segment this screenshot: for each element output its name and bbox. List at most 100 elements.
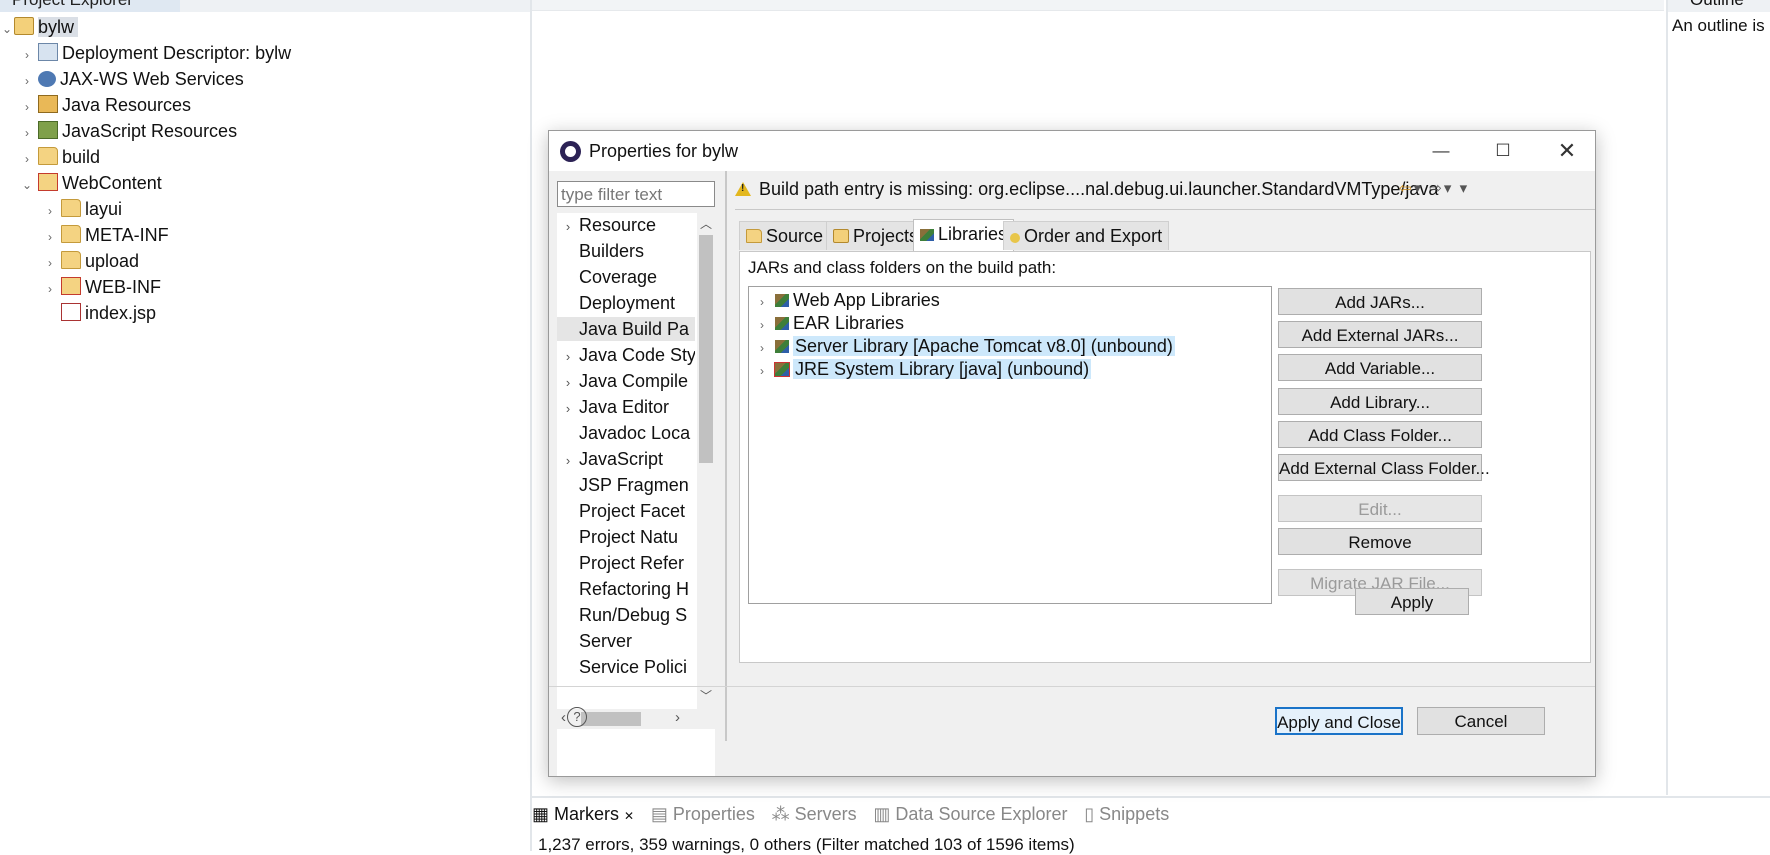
nav-vertical-scrollbar[interactable]: ︿ ﹀ xyxy=(697,213,715,709)
nav-item-resource[interactable]: › Resource xyxy=(557,213,695,237)
add-external-class-folder-button[interactable]: Add External Class Folder... xyxy=(1278,454,1490,481)
chevron-right-icon[interactable]: › xyxy=(20,147,34,171)
chevron-down-icon[interactable]: ▾ xyxy=(1414,180,1424,197)
edit-button[interactable]: Edit... xyxy=(1278,495,1482,522)
back-arrow-icon[interactable]: ⇦ xyxy=(1399,180,1414,197)
tree-item-javascript-resources[interactable]: › JavaScript Resources xyxy=(20,119,237,143)
nav-item-java-code-style[interactable]: › Java Code Sty xyxy=(557,343,695,367)
nav-item-javascript[interactable]: › JavaScript xyxy=(557,447,695,471)
cancel-button[interactable]: Cancel xyxy=(1417,707,1545,735)
chevron-right-icon[interactable]: › xyxy=(20,69,34,93)
add-library-button[interactable]: Add Library... xyxy=(1278,388,1482,415)
nav-item-java-compiler[interactable]: › Java Compile xyxy=(557,369,695,393)
nav-item-jsp-fragment[interactable]: JSP Fragmen xyxy=(557,473,695,497)
tab-markers[interactable]: ▦ Markers ✕ xyxy=(532,804,634,825)
nav-item-java-editor[interactable]: › Java Editor xyxy=(557,395,695,419)
nav-item-run-debug-settings[interactable]: Run/Debug S xyxy=(557,603,695,627)
pane-splitter[interactable] xyxy=(725,171,727,741)
maximize-button[interactable]: ☐ xyxy=(1481,135,1525,167)
tree-item-build[interactable]: › build xyxy=(20,145,100,169)
chevron-right-icon[interactable]: › xyxy=(557,215,579,237)
tree-item-jaxws[interactable]: › JAX-WS Web Services xyxy=(20,67,244,91)
explorer-title[interactable]: Project Explorer xyxy=(12,0,133,10)
build-path-label: JARs and class folders on the build path… xyxy=(748,258,1057,277)
chevron-right-icon[interactable]: › xyxy=(557,345,579,367)
chevron-right-icon[interactable]: › xyxy=(43,277,57,301)
library-item[interactable]: › EAR Libraries xyxy=(753,312,904,334)
tree-item-deployment-descriptor[interactable]: › Deployment Descriptor: bylw xyxy=(20,41,291,65)
remove-button[interactable]: Remove xyxy=(1278,528,1482,555)
dialog-titlebar[interactable]: Properties for bylw — ☐ ✕ xyxy=(549,131,1595,171)
chevron-right-icon[interactable]: › xyxy=(557,397,579,419)
outline-title[interactable]: Outline xyxy=(1690,0,1744,10)
nav-item-javadoc-location[interactable]: Javadoc Loca xyxy=(557,421,695,445)
chevron-right-icon[interactable]: › xyxy=(20,43,34,67)
nav-item-deployment[interactable]: Deployment xyxy=(557,291,695,315)
help-icon[interactable]: ? xyxy=(567,707,587,727)
add-jars-button[interactable]: Add JARs... xyxy=(1278,288,1482,315)
tab-properties[interactable]: ▤ Properties xyxy=(651,804,755,825)
tree-item-project[interactable]: ⌄ bylw xyxy=(0,15,79,41)
tab-order-and-export[interactable]: Order and Export xyxy=(1003,221,1170,250)
tab-servers[interactable]: ⁂ Servers xyxy=(772,804,857,825)
add-variable-button[interactable]: Add Variable... xyxy=(1278,354,1482,381)
chevron-right-icon[interactable]: › xyxy=(20,121,34,145)
chevron-down-icon[interactable]: ⌄ xyxy=(20,173,34,197)
apply-button[interactable]: Apply xyxy=(1355,588,1469,615)
nav-item-refactoring-history[interactable]: Refactoring H xyxy=(557,577,695,601)
nav-item-project-natures[interactable]: Project Natu xyxy=(557,525,695,549)
chevron-down-icon[interactable]: ▾ xyxy=(1444,180,1454,197)
scroll-thumb[interactable] xyxy=(699,235,713,463)
chevron-right-icon[interactable]: › xyxy=(20,95,34,119)
tab-source[interactable]: Source xyxy=(739,221,831,250)
tree-item-layui[interactable]: › layui xyxy=(43,197,122,221)
tab-data-source-explorer[interactable]: ▥ Data Source Explorer xyxy=(873,804,1067,825)
library-item[interactable]: › Web App Libraries xyxy=(753,289,940,311)
close-icon[interactable]: ✕ xyxy=(624,809,634,823)
chevron-right-icon[interactable]: › xyxy=(43,225,57,249)
chevron-right-icon[interactable]: › xyxy=(557,449,579,471)
add-external-jars-button[interactable]: Add External JARs... xyxy=(1278,321,1482,348)
chevron-down-icon[interactable]: ⌄ xyxy=(0,17,14,41)
chevron-right-icon[interactable]: › xyxy=(753,360,771,382)
library-item[interactable]: › Server Library [Apache Tomcat v8.0] (un… xyxy=(753,335,1175,357)
nav-item-project-references[interactable]: Project Refer xyxy=(557,551,695,575)
chevron-right-icon[interactable]: › xyxy=(557,371,579,393)
tree-item-upload[interactable]: › upload xyxy=(43,249,139,273)
nav-item-project-facets[interactable]: Project Facet xyxy=(557,499,695,523)
chevron-right-icon[interactable]: › xyxy=(753,314,771,336)
bottom-tabs: ▦ Markers ✕ ▤ Properties ⁂ Servers ▥ Dat… xyxy=(532,804,1181,830)
filter-input[interactable]: type filter text xyxy=(557,181,715,207)
chevron-down-icon[interactable]: ﹀ xyxy=(700,687,712,704)
close-button[interactable]: ✕ xyxy=(1545,135,1589,167)
library-item[interactable]: › JRE System Library [java] (unbound) xyxy=(753,358,1092,382)
chevron-right-icon[interactable]: › xyxy=(675,709,680,726)
chevron-right-icon[interactable]: › xyxy=(753,337,771,359)
properties-icon: ▤ xyxy=(650,804,673,824)
tree-item-web-inf[interactable]: › WEB-INF xyxy=(43,275,161,299)
nav-item-server[interactable]: Server xyxy=(557,629,695,653)
nav-item-java-build-path[interactable]: Java Build Pa xyxy=(557,317,695,341)
tab-libraries[interactable]: Libraries xyxy=(913,219,1015,251)
tree-item-meta-inf[interactable]: › META-INF xyxy=(43,223,169,247)
tab-projects[interactable]: Projects xyxy=(826,221,926,250)
library-icon xyxy=(775,340,789,353)
tree-item-index-jsp[interactable]: index.jsp xyxy=(43,301,156,325)
forward-arrow-icon[interactable]: ⇨ xyxy=(1429,180,1444,197)
chevron-right-icon[interactable]: › xyxy=(43,199,57,223)
minimize-button[interactable]: — xyxy=(1419,135,1463,167)
view-menu-icon[interactable]: ▾ xyxy=(1460,180,1470,197)
tree-item-webcontent[interactable]: ⌄ WebContent xyxy=(20,171,162,195)
nav-item-coverage[interactable]: Coverage xyxy=(557,265,695,289)
add-class-folder-button[interactable]: Add Class Folder... xyxy=(1278,421,1482,448)
chevron-right-icon[interactable]: › xyxy=(43,251,57,275)
tab-snippets[interactable]: ▯ Snippets xyxy=(1084,804,1169,825)
apply-and-close-button[interactable]: Apply and Close xyxy=(1275,707,1403,735)
nav-item-builders[interactable]: Builders xyxy=(557,239,695,263)
chevron-left-icon[interactable]: ‹ xyxy=(561,709,566,726)
chevron-right-icon[interactable]: › xyxy=(753,291,771,313)
nav-item-service-policies[interactable]: Service Polici xyxy=(557,655,695,679)
scroll-thumb[interactable] xyxy=(581,712,641,726)
chevron-up-icon[interactable]: ︿ xyxy=(700,215,712,232)
tree-item-java-resources[interactable]: › Java Resources xyxy=(20,93,191,117)
